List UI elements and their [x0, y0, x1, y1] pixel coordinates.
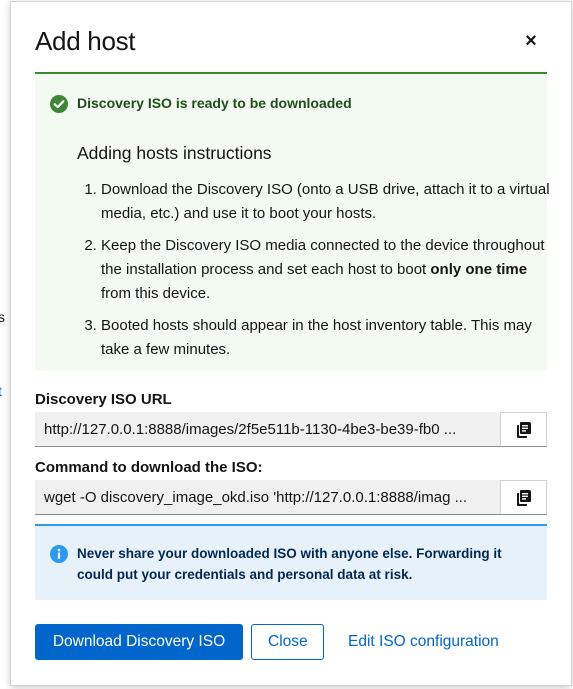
iso-url-field: http://127.0.0.1:8888/images/2f5e511b-11…	[35, 412, 547, 447]
success-alert: Discovery ISO is ready to be downloaded …	[35, 72, 550, 371]
copy-icon	[516, 421, 531, 438]
download-iso-button[interactable]: Download Discovery ISO	[35, 624, 243, 660]
info-circle-icon	[50, 545, 68, 563]
instruction-step: Keep the Discovery ISO media connected t…	[101, 234, 561, 306]
iso-command-field: wget -O discovery_image_okd.iso 'http://…	[35, 480, 547, 515]
copy-command-button[interactable]	[500, 480, 547, 515]
success-alert-title: Discovery ISO is ready to be downloaded	[77, 95, 352, 111]
iso-url-label: Discovery ISO URL	[35, 391, 172, 408]
iso-command-label: Command to download the ISO:	[35, 459, 263, 476]
iso-url-input[interactable]: http://127.0.0.1:8888/images/2f5e511b-11…	[35, 412, 500, 447]
instruction-step: Booted hosts should appear in the host i…	[101, 314, 561, 362]
edit-iso-configuration-link[interactable]: Edit ISO configuration	[331, 624, 516, 660]
info-alert: Never share your downloaded ISO with any…	[35, 524, 547, 600]
add-host-modal: Add host × Discovery ISO is ready to be …	[11, 2, 571, 685]
instruction-emphasis: only one time	[430, 261, 528, 278]
close-icon[interactable]: ×	[520, 30, 542, 52]
iso-command-input[interactable]: wget -O discovery_image_okd.iso 'http://…	[35, 480, 500, 515]
instructions-title: Adding hosts instructions	[77, 143, 272, 163]
instruction-step: Download the Discovery ISO (onto a USB d…	[101, 178, 561, 226]
check-circle-icon	[50, 95, 68, 113]
instruction-text: from this device.	[101, 285, 211, 302]
copy-url-button[interactable]	[500, 412, 547, 447]
close-button[interactable]: Close	[251, 624, 324, 660]
copy-icon	[516, 489, 531, 506]
instructions-list: Download the Discovery ISO (onto a USB d…	[77, 178, 561, 370]
modal-title: Add host	[35, 26, 136, 56]
info-alert-text: Never share your downloaded ISO with any…	[77, 546, 502, 582]
